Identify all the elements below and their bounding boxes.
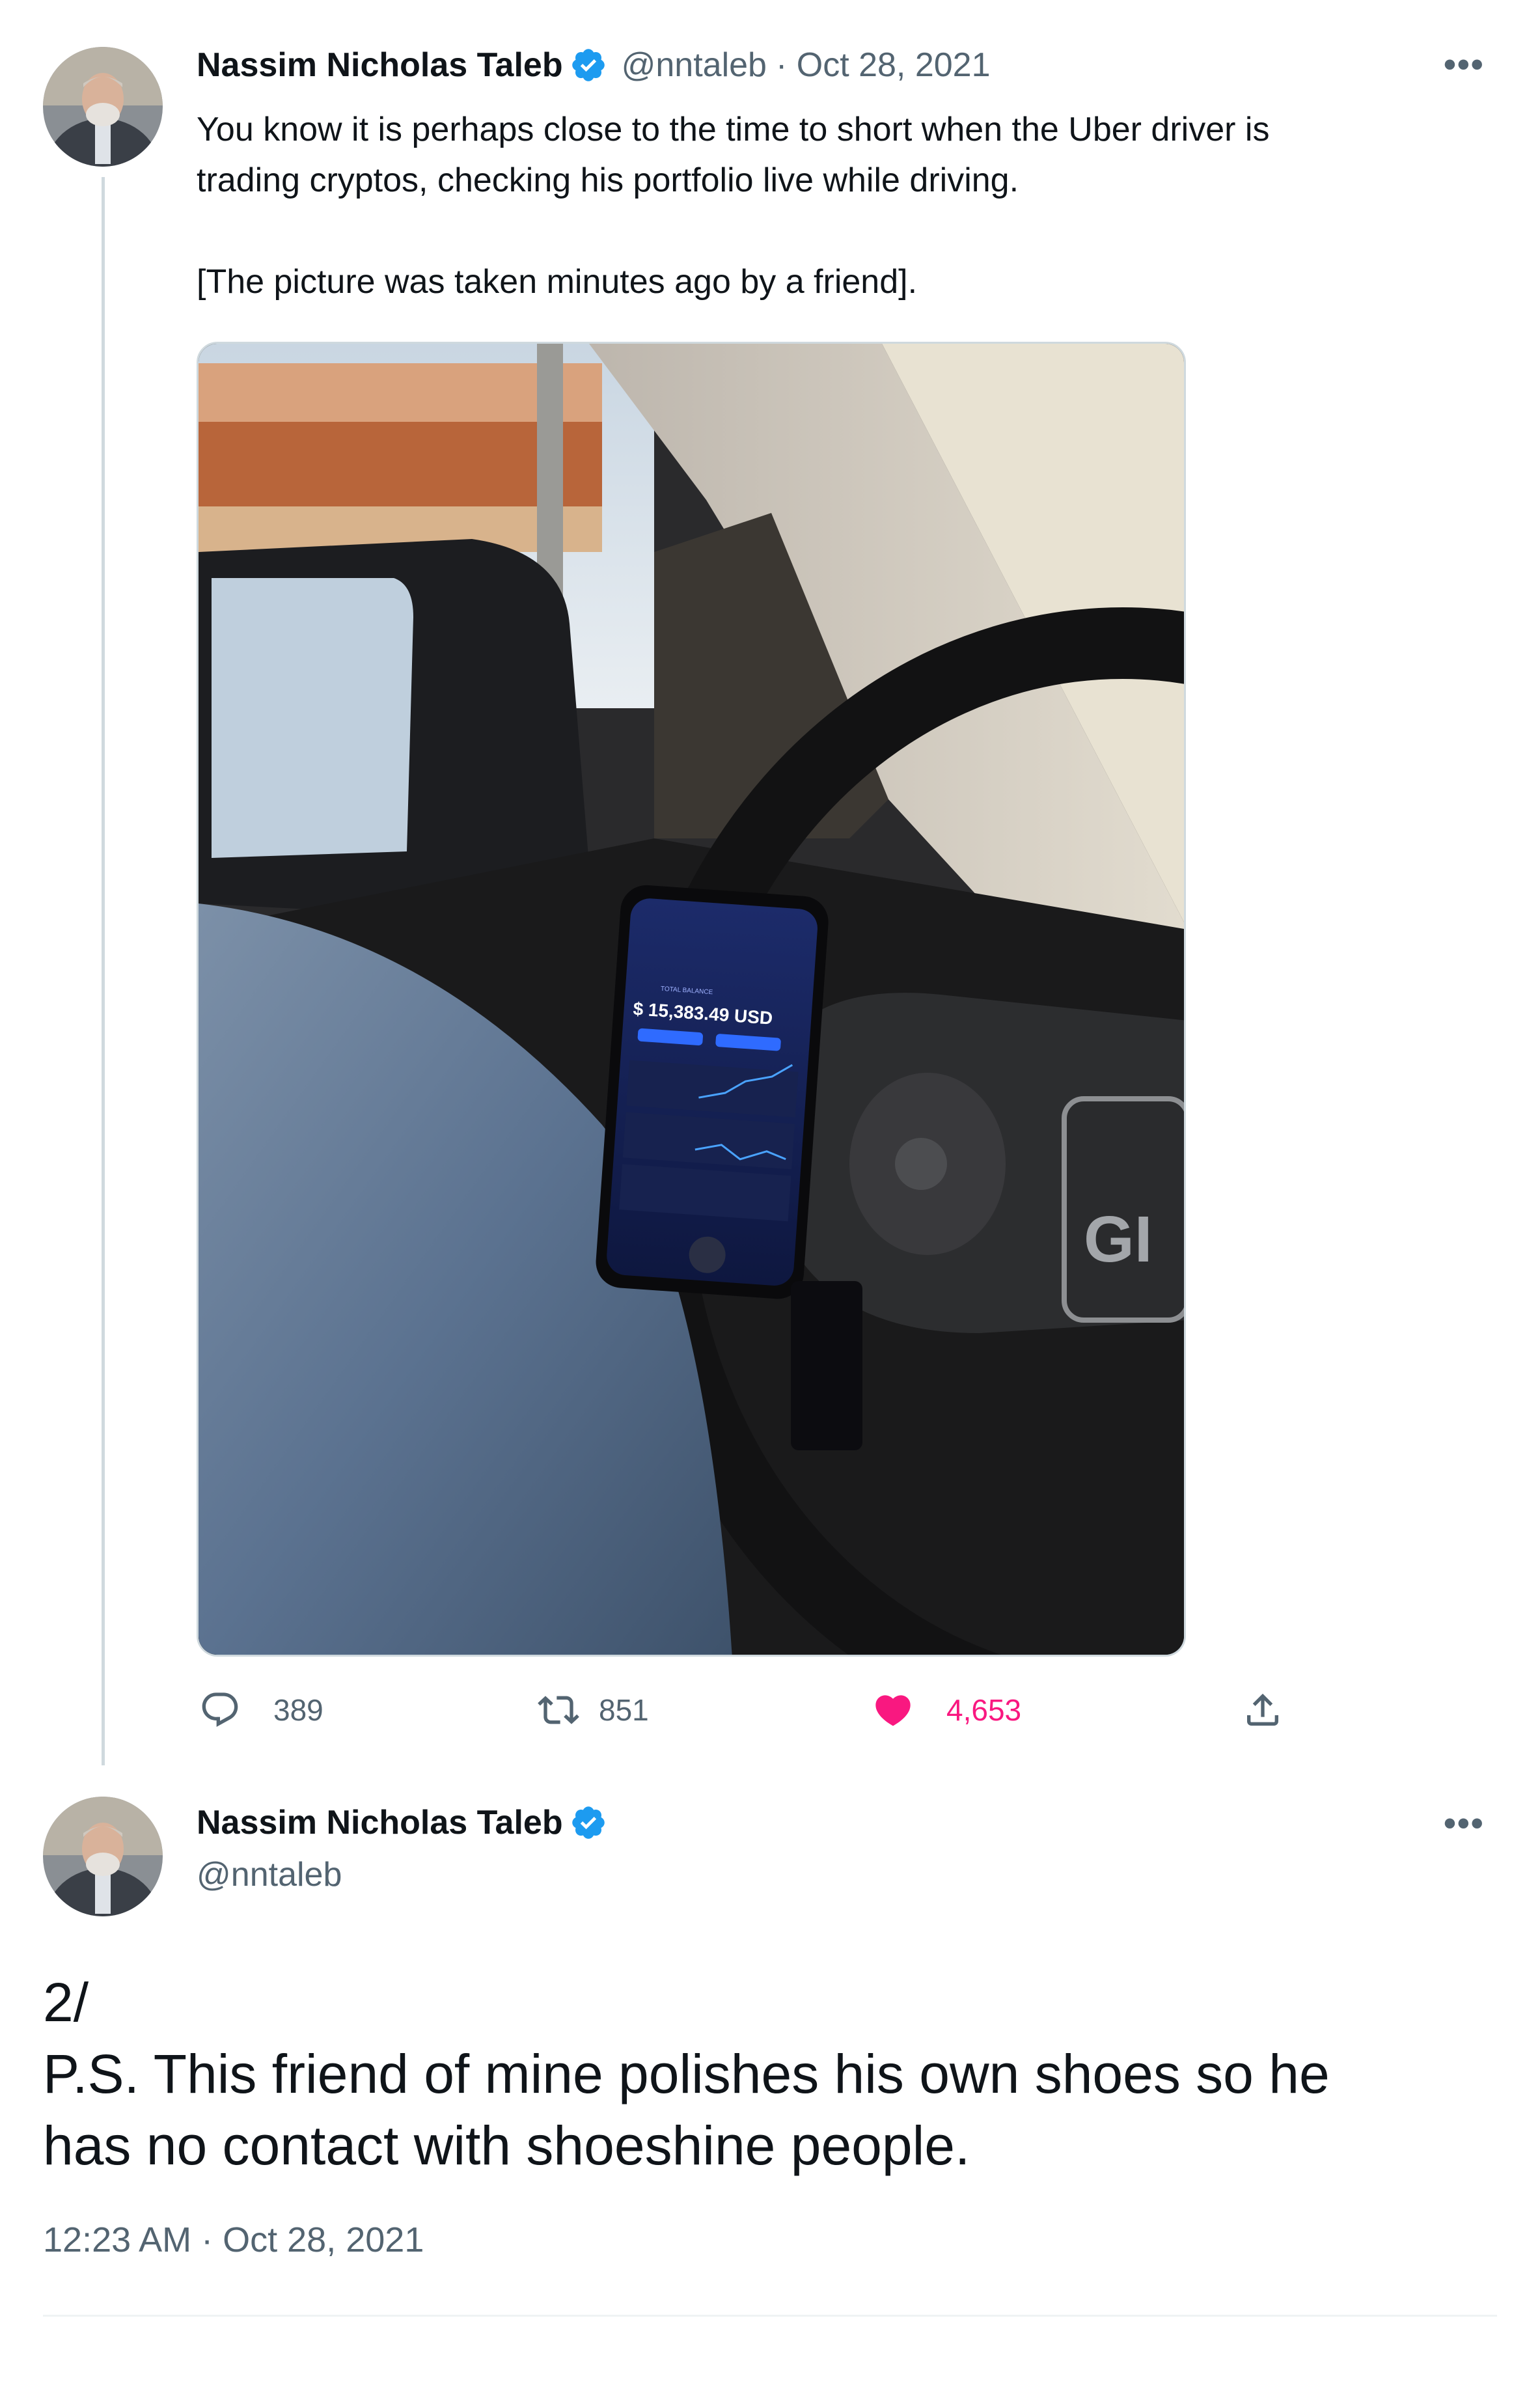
share-button[interactable] — [1242, 1689, 1284, 1731]
reply-count: 389 — [273, 1693, 323, 1727]
car-interior-image: GI TOTAL BALANCE $ 15,383.49 USD — [199, 344, 1184, 1655]
verified-badge-icon — [571, 1806, 605, 1839]
like-button[interactable]: 4,653 — [872, 1689, 1021, 1731]
tweet-text-line: 2/ — [43, 1972, 89, 2033]
author-display-name[interactable]: Nassim Nicholas Taleb — [197, 46, 563, 85]
tweet-text-line: [The picture was taken minutes ago by a … — [197, 263, 918, 301]
reply-icon — [202, 1692, 238, 1727]
tweet-text-line: You know it is perhaps close to the time… — [197, 111, 1270, 148]
wheel-badge: GI — [1084, 1203, 1153, 1276]
tweet-photo[interactable]: GI TOTAL BALANCE $ 15,383.49 USD — [197, 342, 1186, 1657]
heart-filled-icon — [875, 1695, 911, 1726]
tweet-text-line: trading cryptos, checking his portfolio … — [197, 161, 1019, 199]
tweet-text-line: has no contact with shoeshine people. — [43, 2115, 970, 2176]
tweet-header: Nassim Nicholas Taleb — [197, 1803, 607, 1842]
tweet-timestamp[interactable]: 12:23 AM · Oct 28, 2021 — [43, 2220, 424, 2260]
author-handle[interactable]: @nntaleb — [622, 46, 767, 85]
verified-badge-icon — [571, 49, 605, 81]
like-count: 4,653 — [946, 1693, 1022, 1727]
ellipsis-icon[interactable]: ••• — [1444, 44, 1485, 85]
tweet-date[interactable]: · Oct 28, 2021 — [776, 46, 991, 85]
tweet-header: Nassim Nicholas Taleb @nntaleb · Oct 28,… — [197, 46, 991, 85]
author-avatar[interactable] — [43, 1797, 163, 1916]
author-display-name[interactable]: Nassim Nicholas Taleb — [197, 1803, 563, 1842]
thread-connector-line — [102, 177, 105, 1765]
share-icon — [1247, 1693, 1278, 1726]
tweet-text-line: P.S. This friend of mine polishes his ow… — [43, 2043, 1330, 2104]
retweet-button[interactable]: 851 — [538, 1689, 649, 1731]
retweet-icon — [538, 1696, 579, 1724]
retweet-count: 851 — [599, 1693, 649, 1727]
reply-button[interactable]: 389 — [199, 1689, 323, 1731]
author-avatar[interactable] — [43, 47, 163, 167]
author-handle[interactable]: @nntaleb — [197, 1855, 342, 1894]
ellipsis-icon[interactable]: ••• — [1444, 1803, 1485, 1843]
divider — [43, 2315, 1497, 2317]
